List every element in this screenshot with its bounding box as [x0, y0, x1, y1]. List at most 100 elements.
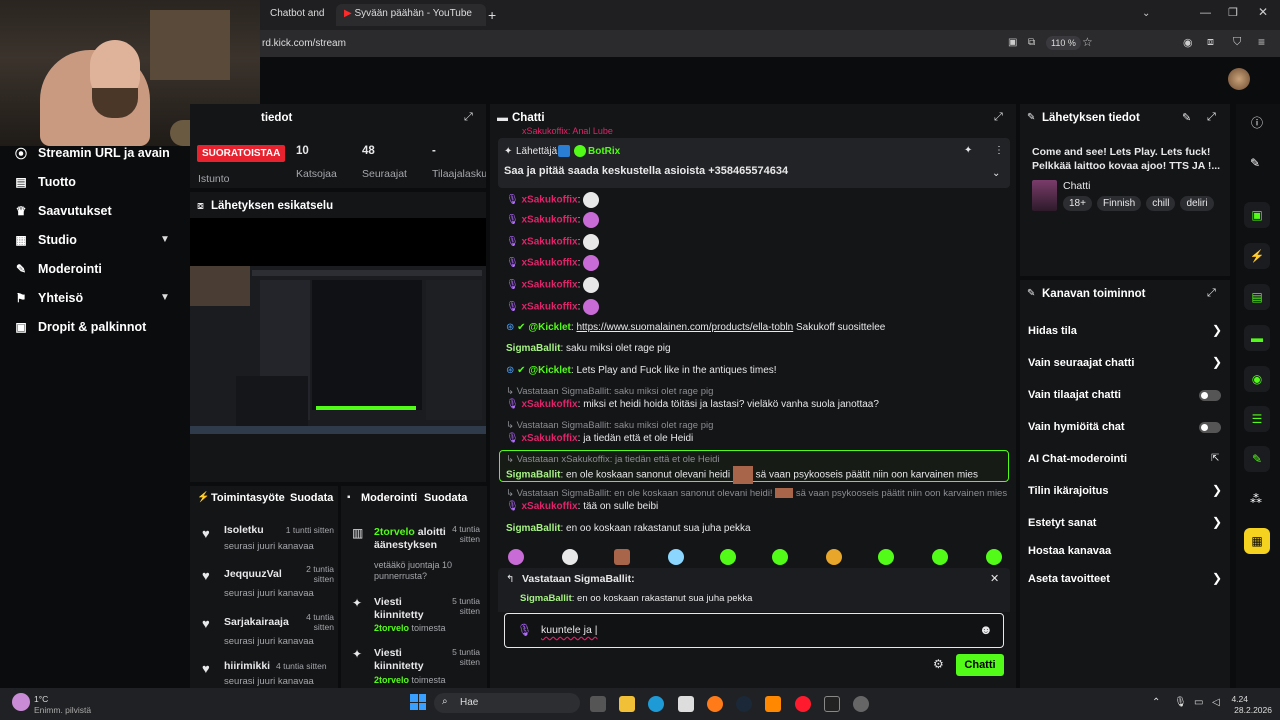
chevron-right-icon[interactable]: ❯ [1212, 323, 1222, 337]
browser-tab-active[interactable]: ▶ Syvään päähän - YouTube [336, 4, 486, 26]
account-icon[interactable]: ◉ [1183, 36, 1193, 49]
sidebar-item-moderation[interactable]: ✎ Moderointi [14, 258, 102, 280]
action-blocked-words[interactable]: Estetyt sanat [1028, 517, 1096, 529]
chat-username[interactable]: xSakukoffix [521, 433, 577, 444]
preview-video[interactable] [190, 266, 486, 434]
pencil-icon[interactable]: ✎ [1250, 156, 1260, 170]
chevron-down-icon[interactable]: ⌄ [992, 168, 1000, 179]
emote-icon[interactable] [720, 549, 736, 565]
emote-icon[interactable] [932, 549, 948, 565]
sidebar-item-drops[interactable]: ▣ Dropit & palkinnot [14, 316, 146, 338]
opera-icon[interactable] [795, 696, 811, 712]
chat-input-box[interactable]: 🎙 kuuntele ja | ☻ [504, 613, 1004, 648]
sidebar-item-studio[interactable]: ▦ Studio [14, 229, 77, 251]
chat-input-field[interactable]: kuuntele ja | [541, 624, 597, 636]
reply-reference[interactable]: ↳ Vastataan SigmaBallit: saku miksi olet… [506, 386, 713, 397]
sidebar-item-stream-url[interactable]: ⦿ Streamin URL ja avain [14, 142, 170, 164]
popout-icon[interactable]: ⤢ [464, 111, 473, 124]
action-slow-mode[interactable]: Hidas tila [1028, 325, 1077, 337]
subscribers-only-toggle[interactable] [1199, 390, 1221, 401]
reply-reference[interactable]: ↳ Vastataan SigmaBallit: saku miksi olet… [506, 420, 713, 431]
sidebar-item-community[interactable]: ⚑ Yhteisö [14, 287, 84, 309]
close-icon[interactable]: ✕ [990, 572, 999, 585]
tag[interactable]: deliri [1180, 196, 1214, 211]
translate-icon[interactable]: ⧉ [1028, 37, 1035, 48]
chevron-right-icon[interactable]: ❯ [1212, 483, 1222, 497]
taskbar-search[interactable]: ⌕ Hae [434, 693, 580, 713]
emote-only-toggle[interactable] [1199, 422, 1221, 433]
popout-icon[interactable]: ⤢ [1207, 111, 1216, 124]
close-window-button[interactable]: ✕ [1258, 5, 1268, 19]
filter-button[interactable]: Suodata [424, 492, 467, 504]
volume-icon[interactable]: ◁ [1212, 697, 1220, 708]
start-button[interactable] [410, 694, 426, 710]
terminal-icon[interactable] [824, 696, 840, 712]
unpin-icon[interactable]: ✦ [964, 145, 972, 156]
obs-icon[interactable] [853, 696, 869, 712]
chat-username[interactable]: xSakukoffix [521, 237, 577, 248]
document-button[interactable]: ▤ [1244, 284, 1270, 310]
chat-username[interactable]: SigmaBallit [506, 523, 560, 534]
external-link-icon[interactable]: ⇱ [1211, 453, 1219, 464]
task-view-icon[interactable] [590, 696, 606, 712]
sidebar-item-revenue[interactable]: ▤ Tuotto [14, 171, 76, 193]
emote-icon[interactable] [878, 549, 894, 565]
chat-username[interactable]: @Kicklet [528, 365, 571, 376]
filter-button[interactable]: Suodata [290, 492, 333, 504]
popout-icon[interactable]: ⤢ [994, 111, 1003, 124]
zoom-badge[interactable]: 110 % [1046, 36, 1081, 50]
popout-icon[interactable]: ⤢ [1207, 287, 1216, 300]
chat-username[interactable]: SigmaBallit [506, 343, 560, 354]
emote-icon[interactable] [668, 549, 684, 565]
emote-icon[interactable] [772, 549, 788, 565]
action-set-goals[interactable]: Aseta tavoitteet [1028, 573, 1110, 585]
mic-tray-icon[interactable]: 🎙 [1174, 697, 1187, 708]
menu-icon[interactable]: ≡ [1258, 35, 1265, 49]
chat-username[interactable]: xSakukoffix [521, 501, 577, 512]
broadcast-button[interactable]: ◉ [1244, 366, 1270, 392]
bookmark-star-icon[interactable]: ☆ [1082, 35, 1093, 49]
more-icon[interactable]: ⋮ [994, 145, 1004, 156]
network-icon[interactable]: ▭ [1194, 697, 1203, 708]
tag[interactable]: Finnish [1096, 196, 1142, 211]
chat-username[interactable]: @Kicklet [528, 322, 571, 333]
chat-username[interactable]: SigmaBallit [506, 470, 560, 481]
browser-tab[interactable]: Chatbot and [262, 4, 334, 26]
avatar[interactable] [1228, 68, 1250, 90]
action-ai-moderation[interactable]: AI Chat-moderointi [1028, 453, 1127, 465]
steam-icon[interactable] [736, 696, 752, 712]
camera-button[interactable]: ▣ [1244, 202, 1270, 228]
chat-username[interactable]: xSakukoffix [521, 399, 577, 410]
tag[interactable]: chill [1146, 196, 1176, 211]
emote-icon[interactable] [508, 549, 524, 565]
new-tab-button[interactable]: + [488, 7, 496, 23]
action-followers-only[interactable]: Vain seuraajat chatti [1028, 357, 1134, 369]
reply-reference[interactable]: ↳ Vastataan SigmaBallit: en ole koskaan … [506, 488, 1007, 499]
firefox-icon[interactable] [707, 696, 723, 712]
wrench-button[interactable]: ✎ [1244, 446, 1270, 472]
minimize-button[interactable]: — [1200, 7, 1211, 19]
vlc-icon[interactable] [765, 696, 781, 712]
clapper-button[interactable]: ▦ [1244, 528, 1270, 554]
chevron-down-icon[interactable]: ▼ [160, 234, 170, 245]
emote-icon[interactable] [826, 549, 842, 565]
chevron-down-icon[interactable]: ▼ [160, 292, 170, 303]
extensions-icon[interactable]: ⧈ [1207, 36, 1214, 49]
send-chat-button[interactable]: Chatti [956, 654, 1004, 676]
sidebar-item-achievements[interactable]: ♛ Saavutukset [14, 200, 112, 222]
chat-username[interactable]: xSakukoffix [521, 215, 577, 226]
shield-icon[interactable]: ⛉ [1233, 36, 1241, 49]
chat-link[interactable]: https://www.suomalainen.com/products/ell… [576, 322, 793, 333]
edge-icon[interactable] [648, 696, 664, 712]
emote-icon[interactable] [986, 549, 1002, 565]
tag[interactable]: 18+ [1063, 196, 1092, 211]
lightning-button[interactable]: ⚡ [1244, 243, 1270, 269]
chat-username[interactable]: xSakukoffix [521, 280, 577, 291]
emote-icon[interactable] [614, 549, 630, 565]
url-field[interactable]: rd.kick.com/stream [262, 38, 346, 49]
emote-icon[interactable] [562, 549, 578, 565]
reply-reference[interactable]: ↳ Vastataan xSakukoffix: ja tiedän että … [506, 454, 720, 465]
picture-icon[interactable]: ▣ [1008, 37, 1017, 48]
apps-icon[interactable]: ⁂ [1250, 492, 1262, 506]
maximize-button[interactable]: ❐ [1228, 6, 1238, 19]
